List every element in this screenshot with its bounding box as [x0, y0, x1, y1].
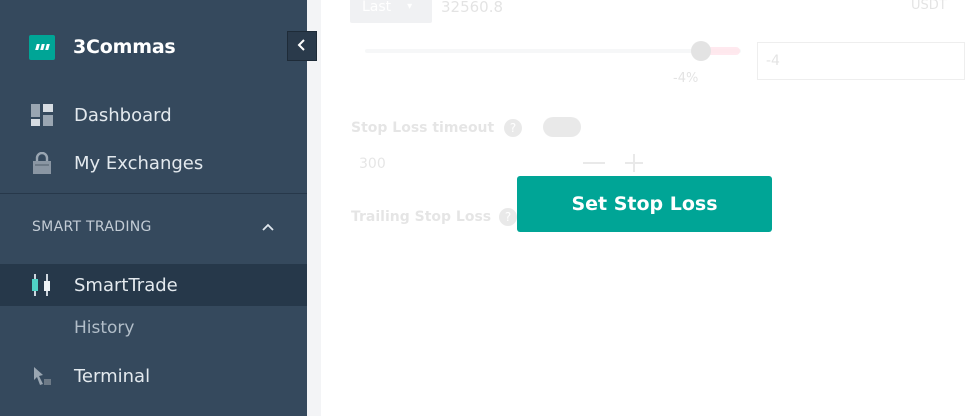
chevron-up-icon[interactable] — [260, 219, 276, 235]
sidebar: 3Commas Dashboard My Exchanges SMART TRA… — [0, 0, 307, 416]
stop-loss-slider-track[interactable] — [365, 49, 741, 53]
stop-loss-percent-label: -4% — [673, 71, 699, 86]
stop-loss-timeout-toggle[interactable] — [543, 117, 581, 137]
help-icon[interactable]: ? — [504, 119, 522, 137]
stop-loss-slider-handle[interactable] — [691, 41, 711, 61]
sidebar-item-label: Terminal — [74, 365, 151, 387]
sidebar-divider — [0, 193, 307, 194]
minus-icon[interactable] — [583, 162, 605, 164]
help-icon[interactable]: ? — [499, 208, 517, 226]
smarttrade-icon — [31, 274, 53, 296]
main-content: Last ▾ 32560.8 USDT -4% -4 Stop Loss tim… — [307, 0, 972, 416]
sidebar-item-smarttrade[interactable]: SmartTrade — [0, 264, 307, 306]
sidebar-item-label: Dashboard — [74, 104, 172, 126]
sidebar-item-history[interactable]: History — [74, 318, 134, 338]
sidebar-item-label: SmartTrade — [74, 274, 178, 296]
price-currency: USDT — [911, 0, 947, 13]
chevron-left-icon — [296, 37, 308, 56]
dashboard-icon — [31, 104, 53, 126]
stop-loss-timeout-label: Stop Loss timeout — [351, 120, 495, 136]
logo-mark-icon — [29, 34, 55, 60]
trailing-stop-loss-label: Trailing Stop Loss — [351, 209, 492, 225]
price-type-select[interactable]: Last ▾ — [350, 0, 432, 23]
sidebar-item-my-exchanges[interactable]: My Exchanges — [0, 142, 307, 184]
app-name: 3Commas — [73, 36, 176, 58]
terminal-icon — [31, 365, 53, 387]
stop-loss-timeout-value[interactable]: 300 — [359, 156, 386, 172]
stop-loss-percent-input[interactable]: -4 — [757, 42, 965, 80]
set-stop-loss-button[interactable]: Set Stop Loss — [517, 176, 772, 232]
lock-icon — [31, 152, 53, 174]
sidebar-item-label: My Exchanges — [74, 152, 204, 174]
plus-icon-vertical — [633, 154, 635, 172]
chevron-down-icon: ▾ — [407, 1, 413, 12]
logo[interactable]: 3Commas — [29, 34, 176, 60]
sidebar-collapse-button[interactable] — [287, 31, 317, 61]
price-value: 32560.8 — [441, 0, 504, 16]
sidebar-section-smart-trading[interactable]: SMART TRADING — [32, 219, 152, 235]
sidebar-item-terminal[interactable]: Terminal — [0, 355, 307, 397]
sidebar-item-dashboard[interactable]: Dashboard — [0, 94, 307, 136]
